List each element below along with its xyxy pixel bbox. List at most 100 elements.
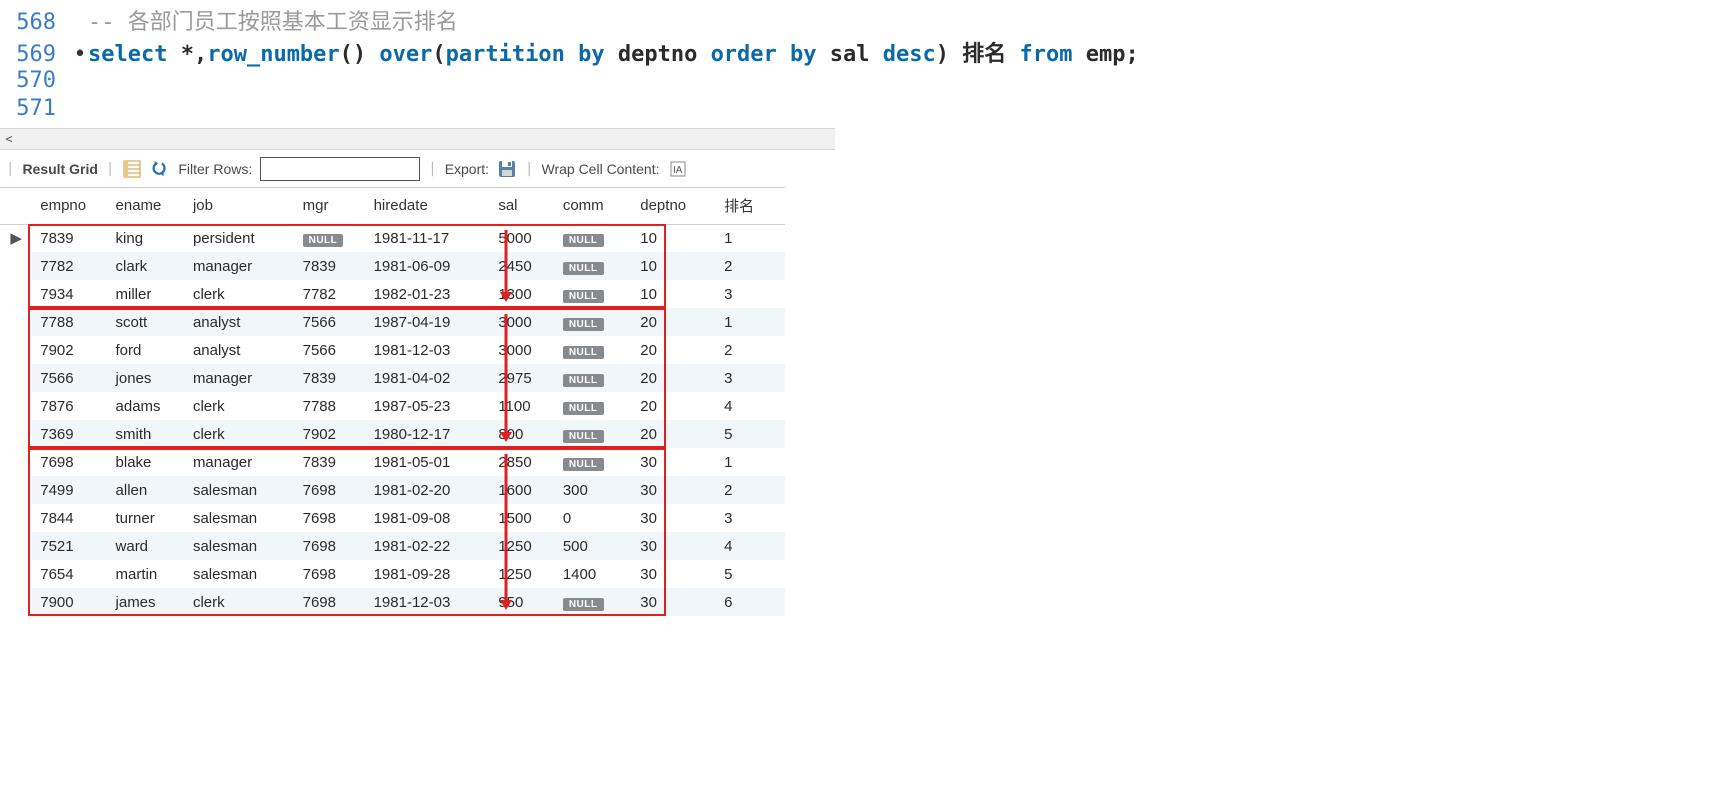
cell-comm[interactable]: NULL [555, 448, 632, 476]
cell-deptno[interactable]: 30 [632, 588, 716, 616]
cell-empno[interactable]: 7654 [32, 560, 107, 588]
cell-sal[interactable]: 800 [490, 420, 555, 448]
cell-排名[interactable]: 5 [716, 420, 785, 448]
cell-ename[interactable]: adams [108, 392, 185, 420]
cell-job[interactable]: clerk [185, 392, 295, 420]
sql-editor[interactable]: 568-- 各部门员工按照基本工资显示排名569•select *,row_nu… [0, 0, 1717, 128]
cell-empno[interactable]: 7902 [32, 336, 107, 364]
cell-job[interactable]: clerk [185, 280, 295, 308]
cell-sal[interactable]: 1100 [490, 392, 555, 420]
cell-sal[interactable]: 2450 [490, 252, 555, 280]
cell-comm[interactable]: NULL [555, 392, 632, 420]
cell-empno[interactable]: 7698 [32, 448, 107, 476]
cell-empno[interactable]: 7369 [32, 420, 107, 448]
column-header-empno[interactable]: empno [32, 188, 107, 224]
wrap-cell-icon[interactable]: IA [668, 159, 688, 179]
export-save-icon[interactable] [497, 159, 517, 179]
cell-job[interactable]: persident [185, 224, 295, 252]
column-header-comm[interactable]: comm [555, 188, 632, 224]
filter-rows-input[interactable] [260, 157, 420, 181]
cell-empno[interactable]: 7521 [32, 532, 107, 560]
scroll-left-icon[interactable]: < [0, 130, 18, 148]
cell-job[interactable]: manager [185, 364, 295, 392]
table-row[interactable]: 7698blakemanager78391981-05-012850NULL30… [0, 448, 785, 476]
cell-empno[interactable]: 7499 [32, 476, 107, 504]
cell-deptno[interactable]: 30 [632, 532, 716, 560]
cell-sal[interactable]: 3000 [490, 336, 555, 364]
cell-hiredate[interactable]: 1987-05-23 [366, 392, 491, 420]
cell-sal[interactable]: 1300 [490, 280, 555, 308]
cell-empno[interactable]: 7839 [32, 224, 107, 252]
cell-mgr[interactable]: 7839 [295, 448, 366, 476]
cell-comm[interactable]: 0 [555, 504, 632, 532]
table-row[interactable]: 7521wardsalesman76981981-02-221250500304 [0, 532, 785, 560]
cell-ename[interactable]: jones [108, 364, 185, 392]
cell-ename[interactable]: ford [108, 336, 185, 364]
cell-ename[interactable]: clark [108, 252, 185, 280]
cell-sal[interactable]: 1250 [490, 532, 555, 560]
cell-deptno[interactable]: 30 [632, 504, 716, 532]
cell-job[interactable]: analyst [185, 336, 295, 364]
cell-job[interactable]: analyst [185, 308, 295, 336]
editor-horizontal-scrollbar[interactable]: < [0, 128, 835, 150]
cell-hiredate[interactable]: 1982-01-23 [366, 280, 491, 308]
cell-job[interactable]: clerk [185, 588, 295, 616]
cell-mgr[interactable]: 7566 [295, 308, 366, 336]
cell-排名[interactable]: 3 [716, 364, 785, 392]
cell-mgr[interactable]: 7902 [295, 420, 366, 448]
cell-deptno[interactable]: 10 [632, 252, 716, 280]
cell-ename[interactable]: scott [108, 308, 185, 336]
table-row[interactable]: 7788scottanalyst75661987-04-193000NULL20… [0, 308, 785, 336]
cell-sal[interactable]: 1500 [490, 504, 555, 532]
cell-ename[interactable]: miller [108, 280, 185, 308]
table-row[interactable]: 7369smithclerk79021980-12-17800NULL205 [0, 420, 785, 448]
cell-sal[interactable]: 2975 [490, 364, 555, 392]
code-line[interactable]: 569•select *,row_number() over(partition… [0, 36, 1717, 68]
refresh-icon[interactable] [150, 159, 170, 179]
cell-mgr[interactable]: 7566 [295, 336, 366, 364]
cell-comm[interactable]: NULL [555, 588, 632, 616]
cell-deptno[interactable]: 20 [632, 392, 716, 420]
column-header-sal[interactable]: sal [490, 188, 555, 224]
grid-view-icon[interactable] [122, 159, 142, 179]
table-row[interactable]: 7654martinsalesman76981981-09-2812501400… [0, 560, 785, 588]
cell-mgr[interactable]: 7839 [295, 364, 366, 392]
table-row[interactable]: 7499allensalesman76981981-02-20160030030… [0, 476, 785, 504]
cell-sal[interactable]: 1600 [490, 476, 555, 504]
cell-comm[interactable]: NULL [555, 336, 632, 364]
cell-mgr[interactable]: 7698 [295, 504, 366, 532]
result-grid[interactable]: empnoenamejobmgrhiredatesalcommdeptno排名 … [0, 188, 785, 616]
cell-comm[interactable]: NULL [555, 364, 632, 392]
cell-deptno[interactable]: 20 [632, 336, 716, 364]
column-header-job[interactable]: job [185, 188, 295, 224]
cell-comm[interactable]: NULL [555, 280, 632, 308]
cell-deptno[interactable]: 10 [632, 224, 716, 252]
cell-hiredate[interactable]: 1981-12-03 [366, 588, 491, 616]
code-line[interactable]: 570 [0, 68, 1717, 96]
cell-排名[interactable]: 1 [716, 224, 785, 252]
cell-comm[interactable]: NULL [555, 308, 632, 336]
cell-hiredate[interactable]: 1981-09-08 [366, 504, 491, 532]
cell-sal[interactable]: 3000 [490, 308, 555, 336]
cell-mgr[interactable]: NULL [295, 224, 366, 252]
table-row[interactable]: 7844turnersalesman76981981-09-0815000303 [0, 504, 785, 532]
cell-排名[interactable]: 5 [716, 560, 785, 588]
cell-hiredate[interactable]: 1981-09-28 [366, 560, 491, 588]
code-text[interactable]: select *,row_number() over(partition by … [88, 36, 1717, 68]
code-text[interactable]: -- 各部门员工按照基本工资显示排名 [88, 4, 1717, 36]
cell-排名[interactable]: 6 [716, 588, 785, 616]
cell-hiredate[interactable]: 1981-02-22 [366, 532, 491, 560]
cell-hiredate[interactable]: 1981-04-02 [366, 364, 491, 392]
cell-排名[interactable]: 4 [716, 532, 785, 560]
cell-排名[interactable]: 1 [716, 448, 785, 476]
cell-deptno[interactable]: 10 [632, 280, 716, 308]
cell-comm[interactable]: NULL [555, 252, 632, 280]
table-row[interactable]: 7876adamsclerk77881987-05-231100NULL204 [0, 392, 785, 420]
cell-ename[interactable]: smith [108, 420, 185, 448]
cell-empno[interactable]: 7934 [32, 280, 107, 308]
cell-hiredate[interactable]: 1981-02-20 [366, 476, 491, 504]
cell-mgr[interactable]: 7698 [295, 532, 366, 560]
cell-job[interactable]: salesman [185, 504, 295, 532]
cell-empno[interactable]: 7566 [32, 364, 107, 392]
cell-comm[interactable]: 500 [555, 532, 632, 560]
